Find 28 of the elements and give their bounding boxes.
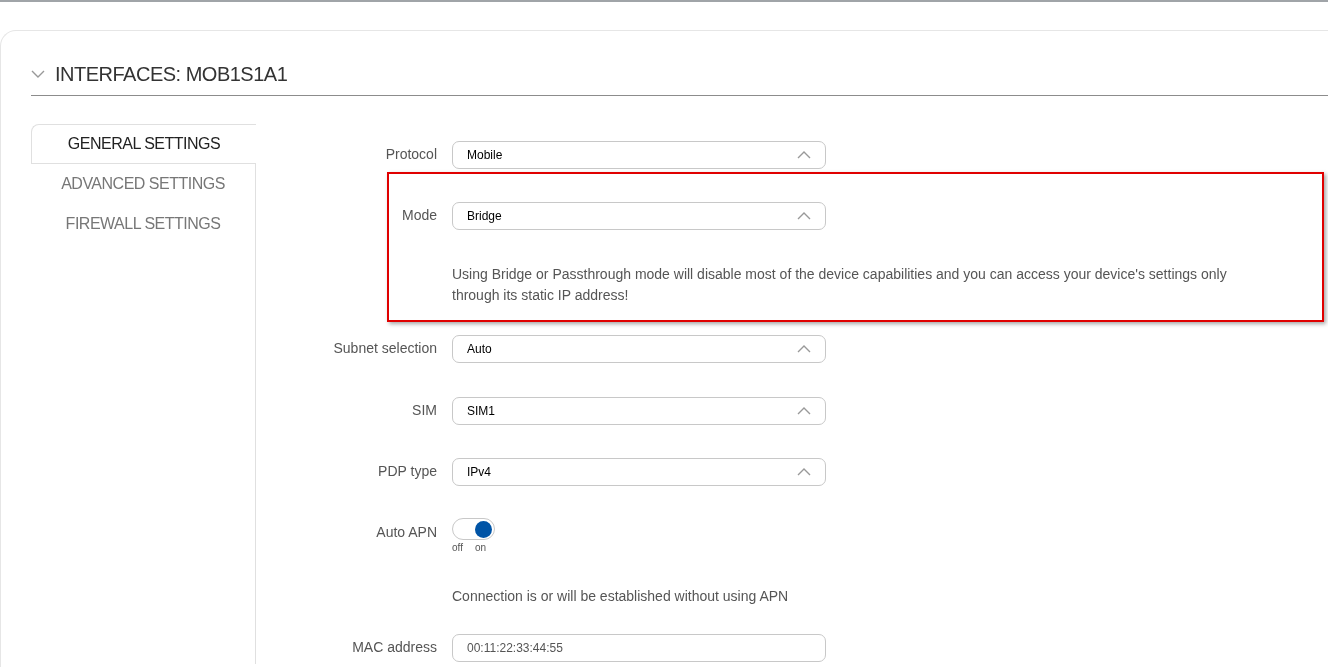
off-label: off [452, 543, 463, 553]
section-title: INTERFACES: MOB1S1A1 [55, 62, 288, 87]
field-label: Protocol [384, 145, 438, 164]
select-dropdown[interactable]: SIM1 [452, 396, 826, 425]
caret-icon [797, 150, 811, 159]
caret-icon [797, 211, 811, 220]
toggle-switch[interactable] [452, 518, 495, 540]
help-text: Using Bridge or Passthrough mode will disable most of the device capabilities and you can access your device's settings only through its static IP address! [452, 265, 1228, 305]
field-label: Auto APN [375, 523, 438, 542]
field-label: Mode [400, 206, 438, 225]
caret-icon [797, 467, 811, 476]
caret-icon [797, 344, 811, 353]
field-label: Subnet selection [332, 339, 438, 358]
caret-icon [797, 406, 811, 415]
tab[interactable]: GENERAL SETTINGS [31, 124, 256, 164]
help-text: Connection is or will be established without using APN [452, 587, 789, 606]
field-label: SIM [411, 401, 438, 420]
input-field[interactable]: 00:11:22:33:44:55 [452, 633, 826, 662]
on-label: on [474, 543, 487, 553]
select-dropdown[interactable]: Bridge [452, 201, 826, 230]
select-dropdown[interactable]: Mobile [452, 140, 826, 169]
field-label: MAC address [351, 638, 438, 657]
section-header[interactable]: INTERFACES: MOB1S1A1 [31, 59, 1328, 96]
select-dropdown[interactable]: IPv4 [452, 457, 826, 486]
tab[interactable]: ADVANCED SETTINGS [31, 164, 256, 204]
tab[interactable]: FIREWALL SETTINGS [31, 204, 256, 244]
field-label: PDP type [377, 462, 438, 481]
select-dropdown[interactable]: Auto [452, 334, 826, 363]
